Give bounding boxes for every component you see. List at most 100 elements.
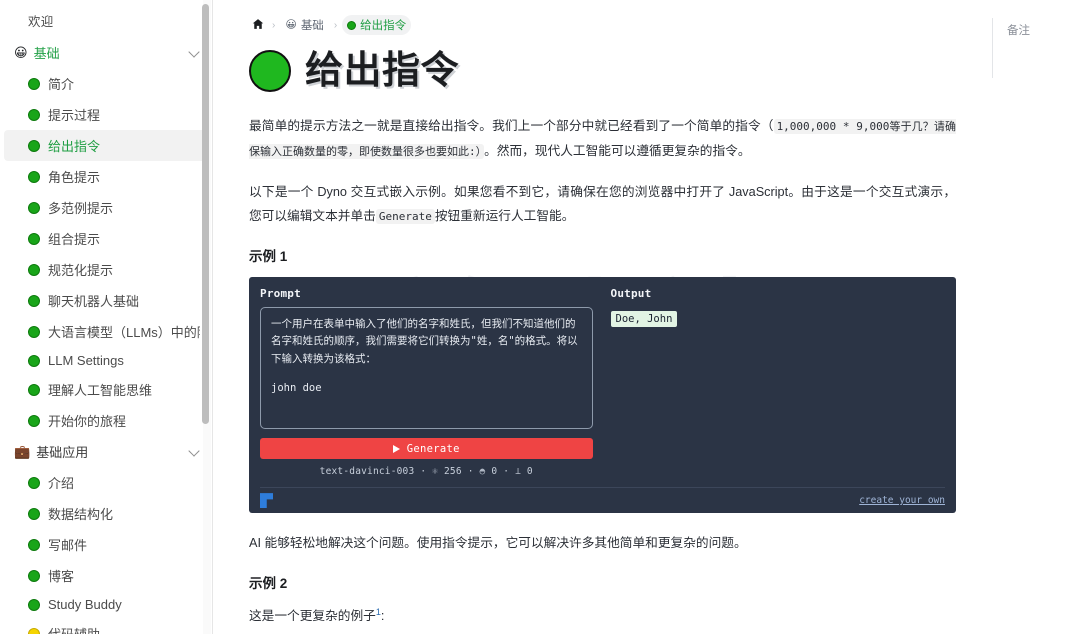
meta-sep: · bbox=[467, 466, 474, 478]
sidebar-item-write-email[interactable]: 写邮件 bbox=[4, 529, 208, 560]
paragraph-part: : bbox=[380, 609, 385, 624]
sidebar-item-label: 角色提示 bbox=[48, 170, 101, 185]
sidebar-item-understanding-ai[interactable]: 理解人工智能思维 bbox=[4, 374, 208, 405]
sidebar-item-label: 简介 bbox=[48, 77, 75, 92]
sidebar-item-give-instructions[interactable]: 给出指令 bbox=[4, 130, 208, 161]
inline-code-generate: Generate bbox=[375, 209, 435, 225]
sidebar-item-formalizing[interactable]: 规范化提示 bbox=[4, 254, 208, 285]
model-name: text-davinci-003 bbox=[319, 466, 415, 478]
sidebar-item-few-shot[interactable]: 多范例提示 bbox=[4, 192, 208, 223]
sidebar-item-label: LLM Settings bbox=[48, 353, 124, 368]
green-dot-icon bbox=[28, 507, 40, 520]
paragraph-intro: 最简单的提示方法之一就是直接给出指令。我们上一个部分中就已经看到了一个简单的指令… bbox=[249, 114, 956, 164]
sidebar-group-basics[interactable]: 😀 基础 bbox=[0, 37, 212, 68]
sidebar-item-label: 提示过程 bbox=[48, 108, 101, 123]
paragraph-part: 。然而，现代人工智能可以遵循更复杂的指令。 bbox=[484, 143, 751, 158]
sidebar-item-label: 博客 bbox=[48, 569, 75, 584]
sidebar-item-llm-pitfalls[interactable]: 大语言模型（LLMs）中的隐患 bbox=[4, 316, 208, 347]
top-p-value: 0 bbox=[526, 466, 533, 478]
breadcrumb: › 😀 基础 › 给出指令 bbox=[249, 14, 956, 36]
temperature-value: 0 bbox=[491, 466, 498, 478]
paragraph-complex-example: 这是一个更复杂的例子1: bbox=[249, 604, 956, 629]
sidebar-item-structuring-data[interactable]: 数据结构化 bbox=[4, 498, 208, 529]
heading-example-1: 示例 1 bbox=[249, 249, 288, 265]
green-dot-icon bbox=[28, 294, 40, 307]
sidebar-item-label: 代码辅助 bbox=[48, 624, 100, 634]
sidebar-item-label: 数据结构化 bbox=[48, 507, 114, 522]
sidebar-item-blog[interactable]: 博客 bbox=[4, 560, 208, 591]
green-dot-icon bbox=[28, 263, 40, 276]
sidebar-item-label: 理解人工智能思维 bbox=[48, 383, 153, 398]
top-p-icon: ⊥ bbox=[515, 466, 521, 478]
sidebar-item-chatbot-basics[interactable]: 聊天机器人基础 bbox=[4, 285, 208, 316]
toc-title: 备注 bbox=[1007, 25, 1030, 37]
temperature-icon: ◓ bbox=[479, 466, 486, 478]
sidebar-scrollbar-thumb[interactable] bbox=[202, 4, 209, 424]
green-dot-icon bbox=[28, 170, 40, 183]
yellow-dot-icon bbox=[28, 627, 40, 634]
green-dot-icon bbox=[28, 108, 40, 121]
green-dot-icon bbox=[28, 476, 40, 489]
sidebar-item-label: 写邮件 bbox=[48, 538, 88, 553]
sidebar-item-combining[interactable]: 组合提示 bbox=[4, 223, 208, 254]
sidebar-item-llm-settings[interactable]: LLM Settings bbox=[4, 347, 208, 374]
green-dot-icon bbox=[28, 538, 40, 551]
page-title-text: 给出指令 bbox=[305, 50, 460, 92]
paragraph-part: 这是一个更复杂的例子 bbox=[249, 609, 376, 624]
paragraph-part: 以下是一个 Dyno 交互式嵌入示例。如果您看不到它，请确保在您的浏览器中打开了… bbox=[249, 184, 956, 224]
green-dot-icon bbox=[28, 325, 40, 338]
toc-inner: 备注 bbox=[992, 18, 1080, 78]
sidebar-item-label: 组合提示 bbox=[48, 232, 101, 247]
breadcrumb-item-current[interactable]: 给出指令 bbox=[342, 15, 412, 35]
sidebar-item-label: 开始你的旅程 bbox=[48, 414, 127, 429]
green-dot-icon bbox=[28, 77, 40, 90]
sidebar-item-start-journey[interactable]: 开始你的旅程 bbox=[4, 405, 208, 436]
heading-example-2: 示例 2 bbox=[249, 575, 288, 591]
page-title: 给出指令 bbox=[249, 50, 956, 92]
paragraph-ai-solves: AI 能够轻松地解决这个问题。使用指令提示，它可以解决许多其他简单和更复杂的问题… bbox=[249, 536, 747, 551]
sidebar-group-basic-applications[interactable]: 💼 基础应用 bbox=[0, 436, 212, 467]
breadcrumb-home[interactable] bbox=[249, 16, 267, 35]
dyno-output-column: Output Doe, John bbox=[603, 287, 946, 477]
green-circle-icon bbox=[249, 50, 291, 92]
green-dot-icon bbox=[28, 569, 40, 582]
prompt-spacer bbox=[271, 368, 582, 380]
sidebar-item-label: 介绍 bbox=[48, 476, 75, 491]
sidebar-item-coding-assistance[interactable]: 代码辅助 bbox=[4, 618, 208, 634]
prompt-textarea[interactable]: 一个用户在表单中输入了他们的名字和姓氏，但我们不知道他们的名字和姓氏的顺序，我们… bbox=[260, 307, 593, 430]
generate-label: Generate bbox=[406, 442, 460, 455]
smiley-icon: 😀 bbox=[285, 18, 297, 31]
paragraph-dyno-note: 以下是一个 Dyno 交互式嵌入示例。如果您看不到它，请确保在您的浏览器中打开了… bbox=[249, 180, 956, 230]
sidebar-item-label: 给出指令 bbox=[48, 139, 101, 154]
output-label: Output bbox=[610, 287, 652, 301]
paragraph-part: 最简单的提示方法之一就是直接给出指令。我们上一个部分中就已经看到了一个简单的指令… bbox=[249, 119, 774, 133]
chevron-down-icon[interactable] bbox=[189, 46, 202, 59]
chevron-down-icon[interactable] bbox=[189, 445, 202, 458]
sidebar-item-prompting-process[interactable]: 提示过程 bbox=[4, 99, 208, 130]
sidebar-item-label: 规范化提示 bbox=[48, 263, 114, 278]
prompt-text-line1: 一个用户在表单中输入了他们的名字和姓氏，但我们不知道他们的名字和姓氏的顺序，我们… bbox=[271, 318, 578, 365]
breadcrumb-item-basics[interactable]: 😀 基础 bbox=[280, 15, 328, 35]
sidebar-item-role-prompting[interactable]: 角色提示 bbox=[4, 161, 208, 192]
green-dot-icon bbox=[28, 598, 40, 611]
sidebar-scrollbar-track[interactable] bbox=[202, 0, 211, 634]
green-dot-icon bbox=[28, 232, 40, 245]
play-icon bbox=[392, 444, 400, 453]
breadcrumb-separator: › bbox=[333, 19, 338, 31]
dyno-footer: create your own bbox=[260, 487, 945, 513]
sidebar-group-label: 基础应用 bbox=[36, 445, 89, 460]
generate-button[interactable]: Generate bbox=[260, 438, 593, 460]
green-dot-icon bbox=[28, 414, 40, 427]
right-toc: 备注 bbox=[992, 0, 1080, 634]
green-dot-icon bbox=[28, 139, 40, 152]
green-dot-icon bbox=[28, 201, 40, 214]
green-dot-icon bbox=[28, 383, 40, 396]
sidebar-item-study-buddy[interactable]: Study Buddy bbox=[4, 591, 208, 618]
sidebar-item-intro[interactable]: 简介 bbox=[4, 68, 208, 99]
output-value: Doe, John bbox=[610, 311, 678, 328]
dyno-logo-icon[interactable] bbox=[260, 493, 273, 508]
green-dot-icon bbox=[28, 354, 40, 367]
create-your-own-link[interactable]: create your own bbox=[859, 495, 945, 506]
prompt-text-line2: john doe bbox=[271, 382, 322, 394]
sidebar-item-app-intro[interactable]: 介绍 bbox=[4, 467, 208, 498]
